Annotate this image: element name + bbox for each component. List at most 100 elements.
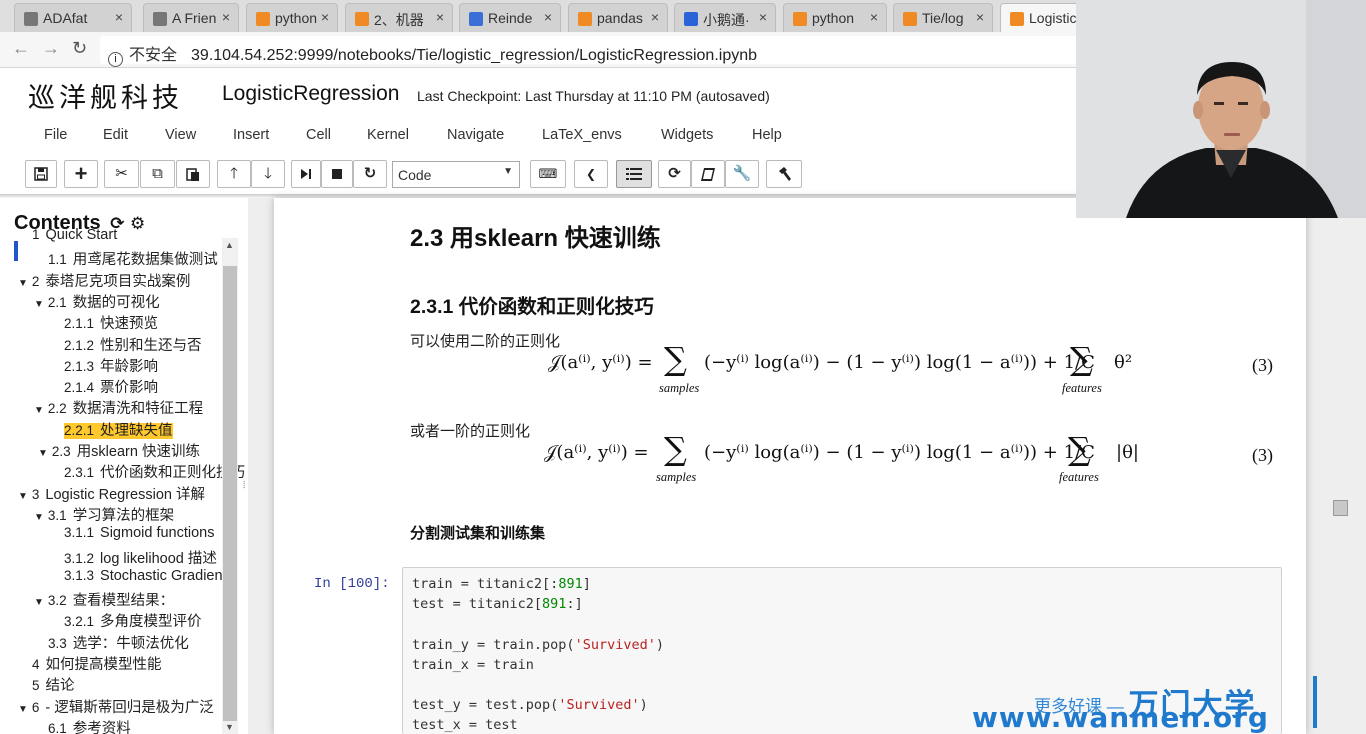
copy-icon[interactable]: ⧉ — [140, 160, 175, 188]
paste-icon[interactable] — [176, 160, 210, 188]
close-icon[interactable]: × — [222, 9, 230, 25]
close-icon[interactable]: × — [870, 9, 878, 25]
toc-item[interactable]: 3.3 选学：牛顿法优化 — [48, 632, 189, 653]
toc-item[interactable]: 2.1.1 快速预览 — [64, 312, 158, 333]
move-up-icon[interactable]: 🡑 — [217, 160, 251, 188]
tab-label: Logistic — [1029, 10, 1077, 26]
browser-tab[interactable]: Reinde × — [459, 3, 561, 32]
caret-down-icon[interactable]: ▼ — [34, 512, 44, 523]
refresh-icon[interactable]: ⟳ — [658, 160, 691, 188]
toc-item[interactable]: ▼ 2.2 数据清洗和特征工程 — [34, 397, 203, 418]
menu-item-widgets[interactable]: Widgets — [661, 127, 713, 143]
toc-item[interactable]: 1.1 用鸢尾花数据集做测试 — [48, 248, 218, 269]
collapse-icon[interactable]: ❮ — [574, 160, 608, 188]
resize-handle-icon[interactable]: ⦙ — [243, 480, 245, 491]
keyboard-icon[interactable]: ⌨ — [530, 160, 566, 188]
caret-down-icon[interactable]: ▼ — [34, 405, 44, 416]
url-field[interactable]: i 不安全 39.104.54.252:9999/notebooks/Tie/log… — [100, 36, 1100, 67]
browser-tab[interactable]: Tie/log × — [893, 3, 993, 32]
menu-item-kernel[interactable]: Kernel — [367, 127, 409, 143]
menu-item-navigate[interactable]: Navigate — [447, 127, 504, 143]
cell-type-select[interactable]: Code ▼ — [392, 161, 520, 188]
caret-down-icon[interactable]: ▼ — [18, 278, 28, 289]
add-icon[interactable]: + — [64, 160, 98, 188]
logo[interactable]: 巡洋舰科技 — [28, 76, 183, 115]
book-icon[interactable] — [691, 160, 725, 188]
save-icon[interactable] — [25, 160, 57, 188]
toc-item[interactable]: ▼ 3 Logistic Regression 详解 — [18, 483, 205, 504]
toc-scrollbar[interactable]: ▲ ▼ — [222, 238, 238, 734]
menu-item-cell[interactable]: Cell — [306, 127, 331, 143]
menu-item-insert[interactable]: Insert — [233, 127, 269, 143]
info-icon[interactable]: i — [108, 52, 123, 67]
code-token: :] — [566, 596, 583, 613]
back-arrow-icon[interactable]: ← — [12, 38, 30, 59]
menu-item-latex_envs[interactable]: LaTeX_envs — [542, 127, 622, 143]
caret-down-icon[interactable]: ▼ — [38, 448, 48, 459]
code-line: test = titanic2[891:] — [412, 596, 583, 612]
browser-tab[interactable]: ADAfat × — [14, 3, 132, 32]
caret-down-icon[interactable]: ▼ — [18, 704, 28, 715]
toc-item[interactable]: 2.1.2 性别和生还与否 — [64, 334, 202, 355]
stop-icon[interactable] — [321, 160, 353, 188]
run-icon[interactable] — [291, 160, 321, 188]
toc-icon[interactable] — [616, 160, 652, 188]
browser-tab[interactable]: 2、机器 × — [345, 3, 453, 32]
cut-icon[interactable]: ✂ — [104, 160, 139, 188]
caret-down-icon[interactable]: ▼ — [34, 299, 44, 310]
toc-item[interactable]: 2.1.3 年龄影响 — [64, 355, 158, 376]
toc-item[interactable]: ▼ 2.1 数据的可视化 — [34, 291, 160, 312]
toc-item[interactable]: 1 Quick Start — [32, 227, 117, 243]
menu-item-help[interactable]: Help — [752, 127, 782, 143]
close-icon[interactable]: × — [321, 9, 329, 25]
toc-item[interactable]: 2.1.4 票价影响 — [64, 376, 158, 397]
restart-icon[interactable]: ↻ — [353, 160, 387, 188]
toc-item[interactable]: 4 如何提高模型性能 — [32, 653, 162, 674]
hammer-icon[interactable] — [766, 160, 802, 188]
wrench-icon[interactable]: 🔧 — [725, 160, 759, 188]
browser-tab[interactable]: python × — [246, 3, 338, 32]
gear-icon[interactable]: ⚙ — [130, 214, 145, 233]
toc-item[interactable]: 3.2.1 多角度模型评价 — [64, 610, 202, 631]
close-icon[interactable]: × — [976, 9, 984, 25]
browser-tab[interactable]: A Frien × — [143, 3, 239, 32]
scroll-down-icon[interactable]: ▼ — [225, 722, 234, 732]
browser-tab[interactable]: python × — [783, 3, 887, 32]
reload-icon[interactable]: ↻ — [72, 38, 87, 59]
tab-favicon-icon — [469, 12, 483, 26]
url-text[interactable]: 39.104.54.252:9999/notebooks/Tie/logisti… — [191, 47, 757, 64]
close-icon[interactable]: × — [115, 9, 123, 25]
toc-item[interactable]: ▼ 6 - 逻辑斯蒂回归是极为广泛 — [18, 696, 214, 717]
security-label: 不安全 — [129, 47, 178, 64]
notebook-title[interactable]: LogisticRegression — [222, 82, 399, 106]
browser-tab[interactable]: pandas × — [568, 3, 668, 32]
close-icon[interactable]: × — [436, 9, 444, 25]
toc-item[interactable]: 3.1.3 Stochastic Gradient — [64, 568, 227, 584]
toc-item[interactable]: 2.3.1 代价函数和正则化技巧 — [64, 461, 245, 482]
browser-tab[interactable]: 小鹅通· × — [674, 3, 776, 32]
forward-arrow-icon[interactable]: → — [42, 38, 60, 59]
toc-item[interactable]: ▼ 3.1 学习算法的框架 — [34, 504, 174, 525]
toc-item[interactable]: 3.1.1 Sigmoid functions — [64, 525, 214, 541]
subheading-split: 分割测试集和训练集 — [410, 525, 546, 542]
toc-item[interactable]: 6.1 参考资料 — [48, 717, 131, 734]
close-icon[interactable]: × — [651, 9, 659, 25]
menu-item-file[interactable]: File — [44, 127, 67, 143]
toc-number: 3.1.2 — [64, 550, 95, 566]
toc-item[interactable]: 2.2.1 处理缺失值 — [64, 419, 173, 440]
toc-item[interactable]: ▼ 2.3 用sklearn 快速训练 — [38, 440, 200, 461]
caret-down-icon[interactable]: ▼ — [18, 491, 28, 502]
close-icon[interactable]: × — [759, 9, 767, 25]
toc-item[interactable]: 3.1.2 log likelihood 描述 — [64, 547, 217, 568]
toc-item[interactable]: 5 结论 — [32, 674, 75, 695]
toc-item[interactable]: ▼ 2 泰塔尼克项目实战案例 — [18, 270, 190, 291]
menu-item-view[interactable]: View — [165, 127, 196, 143]
toc-scroll-thumb[interactable] — [223, 266, 237, 721]
scroll-up-icon[interactable]: ▲ — [225, 240, 234, 250]
page-scroll-thumb[interactable] — [1333, 500, 1348, 516]
close-icon[interactable]: × — [544, 9, 552, 25]
toc-item[interactable]: ▼ 3.2 查看模型结果： — [34, 589, 174, 610]
menu-item-edit[interactable]: Edit — [103, 127, 128, 143]
caret-down-icon[interactable]: ▼ — [34, 597, 44, 608]
move-down-icon[interactable]: 🡓 — [251, 160, 285, 188]
